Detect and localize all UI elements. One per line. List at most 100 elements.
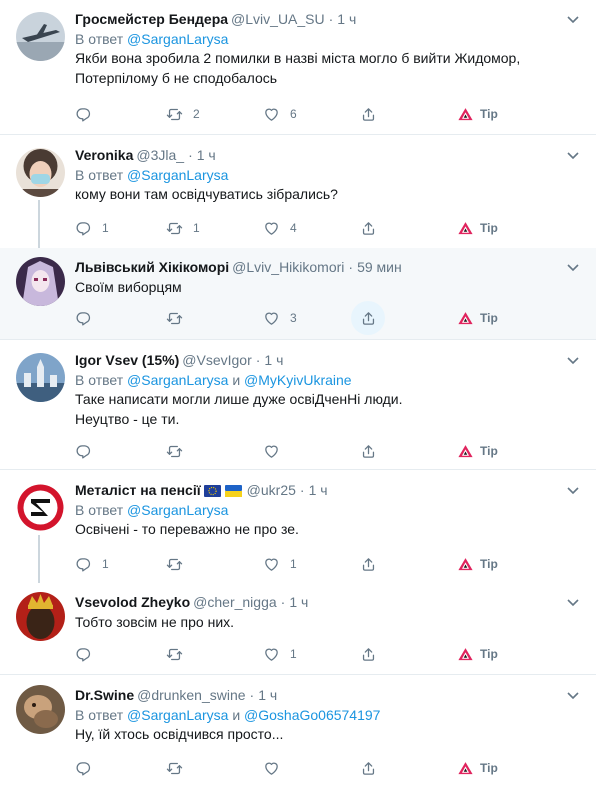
anime-character-avatar[interactable] [16, 257, 65, 306]
retweet-button[interactable]: 2 [166, 104, 200, 124]
timestamp[interactable]: 1 ч [309, 482, 328, 498]
tweet[interactable]: Львівський Хікікоморі @Lviv_Hikikomori · 59… [0, 248, 596, 340]
share-button[interactable] [351, 301, 385, 335]
reply-button[interactable] [75, 441, 102, 461]
author-name[interactable]: Dr.Swine [75, 687, 134, 703]
like-button[interactable]: 1 [263, 644, 297, 664]
retweet-button[interactable] [166, 308, 193, 328]
mention-link[interactable]: @SarganLarysa [127, 707, 228, 723]
chevron-down-icon[interactable] [566, 12, 580, 26]
share-button[interactable] [351, 211, 385, 245]
tip-button[interactable]: Tip [457, 554, 498, 574]
timestamp[interactable]: 1 ч [337, 11, 356, 27]
retweet-button[interactable] [166, 441, 193, 461]
chevron-down-icon[interactable] [566, 260, 580, 274]
tip-button[interactable]: Tip [457, 104, 498, 124]
reply-count: 1 [102, 557, 109, 571]
tip-button[interactable]: Tip [457, 758, 498, 778]
author-handle[interactable]: @Lviv_UA_SU [231, 11, 325, 27]
author-name[interactable]: Igor Vsev (15%) [75, 352, 179, 368]
author-handle[interactable]: @VsevIgor [182, 352, 251, 368]
like-button[interactable] [263, 758, 290, 778]
photo-avatar[interactable] [16, 685, 65, 734]
author-handle[interactable]: @cher_nigga [193, 594, 277, 610]
author-handle[interactable]: @3Jla_ [136, 147, 184, 163]
tip-button[interactable]: Tip [457, 308, 498, 328]
tip-label: Tip [480, 444, 498, 458]
chevron-down-icon[interactable] [566, 353, 580, 367]
mention-link[interactable]: @GoshaGo06574197 [244, 707, 380, 723]
tip-button[interactable]: Tip [457, 218, 498, 238]
share-icon [360, 760, 377, 777]
reply-button[interactable] [75, 308, 102, 328]
mention-link[interactable]: @SarganLarysa [127, 372, 228, 388]
city-skyline-avatar[interactable] [16, 353, 65, 402]
author-name[interactable]: Vsevolod Zheyko [75, 594, 190, 610]
like-button[interactable] [263, 441, 290, 461]
like-button[interactable]: 1 [263, 554, 297, 574]
retweet-button[interactable] [166, 644, 193, 664]
share-icon [360, 310, 377, 327]
author-handle[interactable]: @drunken_swine [137, 687, 245, 703]
timestamp[interactable]: 59 мин [357, 259, 402, 275]
tip-button[interactable]: Tip [457, 644, 498, 664]
author-handle[interactable]: @ukr25 [247, 482, 296, 498]
tweet[interactable]: Металіст на пенсії @ukr25 · 1 ч В ответ @Sa… [0, 471, 596, 583]
heart-icon [263, 760, 280, 777]
mention-link[interactable]: @SarganLarysa [127, 167, 228, 183]
tweet[interactable]: Гросмейстер Бендера @Lviv_UA_SU · 1 ч В отв… [0, 0, 596, 135]
reply-button[interactable] [75, 758, 102, 778]
retweet-button[interactable] [166, 758, 193, 778]
reply-button[interactable] [75, 644, 102, 664]
aircraft-avatar[interactable] [16, 12, 65, 61]
timestamp[interactable]: 1 ч [258, 687, 277, 703]
mention-link[interactable]: @SarganLarysa [127, 31, 228, 47]
share-icon [360, 556, 377, 573]
tweet-text: Освічені - то переважно не про зе. [75, 521, 299, 537]
tweet[interactable]: Dr.Swine @drunken_swine · 1 ч В ответ @Sarg… [0, 676, 596, 786]
tweet[interactable]: Vsevolod Zheyko @cher_nigga · 1 ч Тобто зов… [0, 583, 596, 675]
like-button[interactable]: 6 [263, 104, 297, 124]
author-name[interactable]: Veronika [75, 147, 133, 163]
chevron-down-icon[interactable] [566, 483, 580, 497]
tip-label: Tip [480, 107, 498, 121]
author-name[interactable]: Металіст на пенсії [75, 482, 201, 498]
like-button[interactable]: 3 [263, 308, 297, 328]
chevron-down-icon[interactable] [566, 688, 580, 702]
retweet-button[interactable]: 1 [166, 218, 200, 238]
tip-icon [457, 646, 474, 663]
crowned-person-avatar[interactable] [16, 592, 65, 641]
tweet-actions: 2 6 Tip [75, 104, 505, 124]
like-button[interactable]: 4 [263, 218, 297, 238]
chevron-down-icon[interactable] [566, 595, 580, 609]
like-count: 3 [290, 311, 297, 325]
masked-person-avatar[interactable] [16, 148, 65, 197]
author-name[interactable]: Львівський Хікікоморі [75, 259, 229, 275]
reply-button[interactable]: 1 [75, 218, 109, 238]
tip-label: Tip [480, 311, 498, 325]
timestamp[interactable]: 1 ч [264, 352, 283, 368]
retweet-button[interactable] [166, 554, 193, 574]
eu-flag-icon [203, 485, 221, 497]
reply-button[interactable] [75, 104, 102, 124]
mention-link[interactable]: @SarganLarysa [127, 502, 228, 518]
tweet-text: Якби вона зробила 2 помилки в назві міст… [75, 50, 521, 86]
tip-button[interactable]: Tip [457, 441, 498, 461]
author-name[interactable]: Гросмейстер Бендера [75, 11, 228, 27]
share-button[interactable] [351, 97, 385, 131]
tweet[interactable]: Igor Vsev (15%) @VsevIgor · 1 ч В ответ @Sa… [0, 341, 596, 470]
share-button[interactable] [351, 547, 385, 581]
share-icon [360, 106, 377, 123]
author-handle[interactable]: @Lviv_Hikikomori [232, 259, 344, 275]
share-button[interactable] [351, 434, 385, 468]
thread-line [38, 200, 40, 248]
chevron-down-icon[interactable] [566, 148, 580, 162]
timestamp[interactable]: 1 ч [289, 594, 308, 610]
share-button[interactable] [351, 637, 385, 671]
mention-link[interactable]: @MyKyivUkraine [244, 372, 352, 388]
share-button[interactable] [351, 751, 385, 785]
timestamp[interactable]: 1 ч [197, 147, 216, 163]
emblem-avatar[interactable] [16, 483, 65, 532]
tweet[interactable]: Veronika @3Jla_ · 1 ч В ответ @SarganLarysa… [0, 136, 596, 248]
reply-button[interactable]: 1 [75, 554, 109, 574]
